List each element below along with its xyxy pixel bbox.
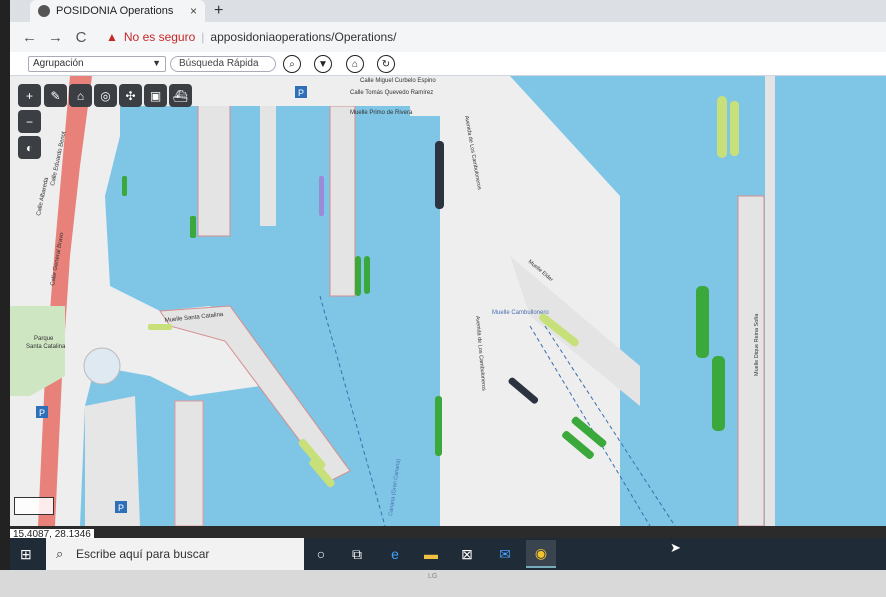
ship-icon[interactable]: ⛴ bbox=[169, 84, 192, 107]
monitor-logo: LG bbox=[428, 573, 438, 580]
filter-button[interactable]: ▼ bbox=[314, 55, 332, 73]
label-santa-catalina: Santa Catalina bbox=[26, 344, 66, 350]
taskbar-search[interactable]: ⌕ Escribe aquí para buscar bbox=[46, 538, 304, 570]
vessel[interactable] bbox=[730, 101, 739, 156]
new-tab-button[interactable]: + bbox=[214, 2, 223, 20]
draw-icon[interactable]: ✎ bbox=[44, 84, 67, 107]
label-parque: Parque bbox=[34, 336, 54, 342]
vessel[interactable] bbox=[435, 141, 444, 209]
forward-button[interactable]: → bbox=[48, 29, 63, 46]
monitor-bezel-bottom: LG bbox=[0, 570, 886, 597]
search-icon: ⌕ bbox=[289, 58, 295, 70]
url-text: apposidoniaoperations/Operations/ bbox=[210, 30, 397, 44]
task-view-icon[interactable]: ⧉ bbox=[346, 544, 368, 564]
address-bar[interactable]: ▲ No es seguro | apposidoniaoperations/O… bbox=[106, 30, 397, 44]
cortana-icon[interactable]: ○ bbox=[310, 544, 332, 564]
chrome-icon[interactable]: ◉ bbox=[526, 540, 556, 568]
compass-icon[interactable]: ◐ bbox=[18, 136, 41, 159]
search-button[interactable]: ⌕ bbox=[283, 55, 301, 73]
close-tab-icon[interactable]: × bbox=[190, 4, 197, 18]
vessel[interactable] bbox=[148, 324, 172, 330]
map-canvas[interactable]: Calle Miguel Curbelo Espino Calle Tomás … bbox=[10, 76, 886, 526]
zoom-in-button[interactable]: + bbox=[18, 84, 41, 107]
mail-icon[interactable]: ✉ bbox=[494, 544, 516, 564]
home-icon: ⌂ bbox=[351, 58, 359, 70]
zoom-controls: + − ◐ bbox=[18, 84, 41, 159]
tab-title: POSIDONIA Operations bbox=[56, 5, 174, 17]
globe-icon bbox=[38, 5, 50, 17]
filter-icon: ▼ bbox=[318, 58, 328, 70]
windows-start-icon[interactable]: ⊞ bbox=[20, 546, 36, 562]
layers-icon[interactable]: ▣ bbox=[144, 84, 167, 107]
dique-reina-sofia bbox=[737, 195, 765, 526]
svg-text:P: P bbox=[118, 503, 124, 513]
tab-posidonia[interactable]: POSIDONIA Operations × bbox=[30, 0, 205, 22]
map-toolbar: ✎ ⌂ ◎ ✣ ▣ ⛴ bbox=[44, 84, 192, 107]
label-calle-quevedo: Calle Tomás Quevedo Ramírez bbox=[350, 90, 433, 96]
label-muelle-cambullonero: Muelle Cambullonero bbox=[492, 310, 549, 316]
pier-primo-rivera bbox=[329, 105, 356, 297]
monitor-bezel-left bbox=[0, 0, 10, 570]
search-icon: ⌕ bbox=[56, 546, 64, 561]
vessel[interactable] bbox=[696, 286, 709, 358]
grouping-value: Agrupación bbox=[33, 58, 84, 69]
browser-toolbar: ← → C ▲ No es seguro | apposidoniaoperat… bbox=[10, 22, 886, 52]
edge-icon[interactable]: e bbox=[384, 544, 406, 564]
explorer-icon[interactable]: ▬ bbox=[420, 544, 442, 564]
refresh-button[interactable]: ↻ bbox=[377, 55, 395, 73]
monitor-screen: POSIDONIA Operations × + ← → C ▲ No es s… bbox=[0, 0, 886, 597]
vessel[interactable] bbox=[717, 96, 727, 158]
reload-button[interactable]: C bbox=[74, 29, 88, 46]
back-button[interactable]: ← bbox=[22, 29, 37, 46]
chevron-down-icon: ▼ bbox=[152, 58, 161, 68]
vessel[interactable] bbox=[355, 256, 361, 296]
browser-tab-strip: POSIDONIA Operations × + bbox=[10, 0, 886, 22]
svg-text:P: P bbox=[298, 88, 304, 98]
label-dique-reina-sofia: Muelle Dique Reina Sofía bbox=[754, 313, 760, 376]
taskbar-search-placeholder: Escribe aquí para buscar bbox=[76, 547, 210, 561]
svg-text:P: P bbox=[39, 408, 45, 418]
label-muelle-primo: Muelle Primo de Rivera bbox=[350, 110, 413, 116]
vessel[interactable] bbox=[122, 176, 127, 196]
security-status: No es seguro bbox=[123, 30, 196, 44]
roundabout bbox=[83, 347, 121, 385]
mouse-cursor: ➤ bbox=[670, 540, 681, 555]
store-icon[interactable]: ⊠ bbox=[456, 544, 478, 564]
channel-line-1 bbox=[319, 295, 386, 526]
label-gran-canaria: Canaria (Gran Canaria) bbox=[388, 458, 402, 516]
vessel[interactable] bbox=[712, 356, 725, 431]
scale-bar bbox=[14, 497, 54, 515]
lower-left-pier bbox=[85, 396, 140, 526]
vessel[interactable] bbox=[435, 396, 442, 456]
circle-icon[interactable]: ◎ bbox=[94, 84, 117, 107]
refresh-icon: ↻ bbox=[381, 58, 391, 70]
narrow-pier bbox=[174, 400, 204, 526]
crosshair-icon[interactable]: ✣ bbox=[119, 84, 142, 107]
vessel[interactable] bbox=[319, 176, 324, 216]
separator: | bbox=[201, 30, 205, 44]
polygon-icon[interactable]: ⌂ bbox=[69, 84, 92, 107]
quick-search-input[interactable]: Búsqueda Rápida bbox=[170, 56, 276, 72]
home-button[interactable]: ⌂ bbox=[346, 55, 364, 73]
warning-icon: ▲ bbox=[106, 30, 118, 44]
label-calle-curbelo: Calle Miguel Curbelo Espino bbox=[360, 78, 436, 84]
port-map[interactable]: Calle Miguel Curbelo Espino Calle Tomás … bbox=[10, 76, 886, 526]
app-toolbar: Agrupación ▼ Búsqueda Rápida ⌕ ▼ ⌂ ↻ bbox=[10, 52, 886, 76]
quick-search-placeholder: Búsqueda Rápida bbox=[179, 58, 259, 69]
zoom-out-button[interactable]: − bbox=[18, 110, 41, 133]
vessel[interactable] bbox=[190, 216, 196, 238]
vessel[interactable] bbox=[364, 256, 370, 294]
windows-taskbar: ⊞ ⌕ Escribe aquí para buscar ○ ⧉ e ▬ ⊠ ✉… bbox=[10, 538, 886, 570]
outer-dique bbox=[765, 76, 775, 526]
grouping-select[interactable]: Agrupación ▼ bbox=[28, 56, 166, 72]
